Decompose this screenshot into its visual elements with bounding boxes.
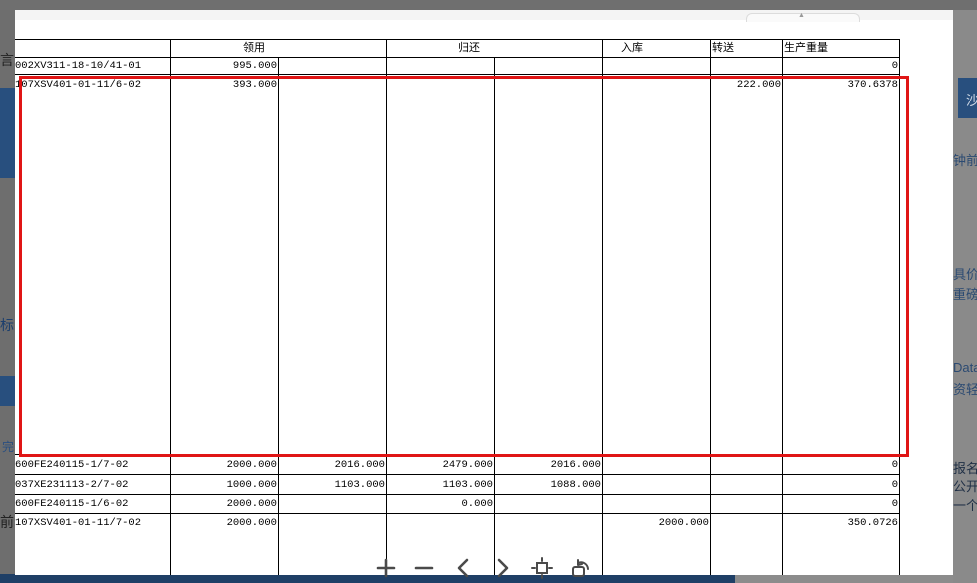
background-text: 标 [0, 317, 14, 333]
next-icon[interactable] [488, 554, 516, 582]
table-border [15, 513, 900, 514]
row-value: 1103.000 [442, 479, 493, 491]
header-shengchan: 生产重量 [784, 42, 828, 54]
row-code: 037XE231113-2/7-02 [15, 479, 129, 491]
background-text: 资轻 [953, 382, 977, 397]
row-code: 600FE240115-1/7-02 [15, 459, 129, 471]
row-value: 995.000 [232, 60, 277, 72]
table-border [15, 39, 900, 40]
table-border [15, 57, 900, 58]
row-value: 2000.000 [658, 517, 709, 529]
table-border [15, 494, 900, 495]
header-ruku: 入库 [621, 42, 643, 54]
header-lingyong: 领用 [243, 42, 265, 54]
previous-icon[interactable] [450, 554, 478, 582]
background-text: Data [953, 360, 977, 375]
background-text: 一个 [953, 498, 977, 513]
viewer-toolbar [370, 554, 600, 583]
row-code: 107XSV401-01-11/7-02 [15, 517, 142, 529]
header-zhuansong: 转送 [712, 42, 734, 54]
row-value: 1000.000 [226, 479, 277, 491]
row-value: 0 [891, 60, 898, 72]
background-text: 前 [0, 514, 14, 530]
background-text: 钟前 [953, 153, 977, 168]
row-value: 0.000 [461, 498, 493, 510]
zoom-out-icon[interactable] [410, 554, 438, 582]
row-value: 0 [891, 459, 898, 471]
selection-highlight [19, 76, 909, 457]
background-text: 报名 [953, 461, 977, 476]
row-value: 2016.000 [334, 459, 385, 471]
row-value: 2000.000 [226, 517, 277, 529]
background-topbar [0, 0, 977, 10]
row-value: 350.0726 [847, 517, 898, 529]
row-value: 0 [891, 498, 898, 510]
document-preview[interactable]: ▲ 领用 归还 入库 转送 生产重量 002XV311-18-10/41-01 … [15, 10, 953, 575]
fit-to-screen-icon[interactable] [528, 554, 556, 582]
row-value: 1103.000 [334, 479, 385, 491]
background-text: 公开 [953, 479, 977, 494]
row-value: 1088.000 [550, 479, 601, 491]
row-value: 2479.000 [442, 459, 493, 471]
row-value: 0 [891, 479, 898, 491]
zoom-in-icon[interactable] [372, 554, 400, 582]
row-code: 600FE240115-1/6-02 [15, 498, 129, 510]
row-value: 2000.000 [226, 498, 277, 510]
row-value: 2016.000 [550, 459, 601, 471]
background-text: 重磅 [953, 287, 977, 302]
row-code: 002XV311-18-10/41-01 [15, 60, 142, 72]
background-text: 沙 [966, 93, 977, 108]
background-sidebar-block [0, 88, 15, 178]
row-value: 2000.000 [226, 459, 277, 471]
background-text: 完 [2, 440, 15, 454]
background-bottom-bar [0, 574, 735, 583]
header-guihuan: 归还 [458, 42, 480, 54]
background-sidebar-button [0, 376, 15, 406]
table-border [15, 474, 900, 475]
rotate-icon[interactable] [566, 554, 594, 582]
table-border [15, 74, 900, 75]
background-text: 具价 [953, 267, 977, 282]
background-text: 言 [0, 52, 14, 68]
